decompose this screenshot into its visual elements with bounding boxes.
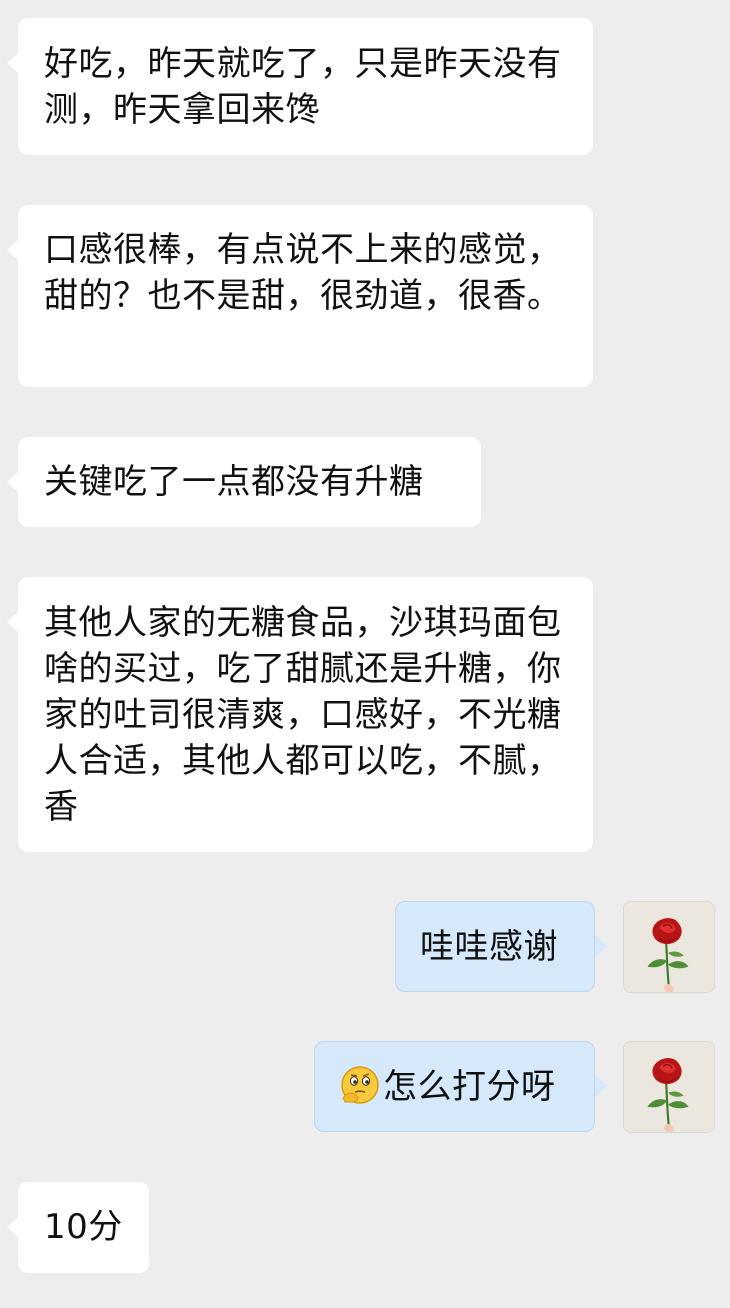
message-text: 好吃，昨天就吃了，只是昨天没有测，昨天拿回来馋	[44, 44, 562, 130]
thinking-face-emoji	[339, 1064, 381, 1106]
rose-avatar[interactable]	[623, 1041, 715, 1133]
message-bubble[interactable]: 好吃，昨天就吃了，只是昨天没有测，昨天拿回来馋	[18, 18, 593, 155]
bubble-tail	[595, 1075, 607, 1097]
message-bubble[interactable]: 关键吃了一点都没有升糖	[18, 437, 481, 527]
message-bubble[interactable]: 怎么打分呀	[314, 1041, 595, 1132]
rose-icon	[624, 1042, 714, 1132]
message-bubble[interactable]: 10分	[18, 1182, 149, 1273]
message-text: 10分	[44, 1207, 123, 1247]
message-text: 关键吃了一点都没有升糖	[44, 462, 424, 502]
rose-icon	[624, 902, 714, 992]
message-text: 口感很棒，有点说不上来的感觉，甜的？也不是甜，很劲道，很香。	[44, 230, 562, 316]
message-bubble[interactable]: 哇哇感谢	[395, 901, 595, 992]
message-text: 哇哇感谢	[420, 927, 558, 967]
message-text: 其他人家的无糖食品，沙琪玛面包啥的买过，吃了甜腻还是升糖，你家的吐司很清爽，口感…	[44, 603, 562, 827]
message-bubble[interactable]: 口感很棒，有点说不上来的感觉，甜的？也不是甜，很劲道，很香。	[18, 205, 593, 387]
rose-avatar[interactable]	[623, 901, 715, 993]
bubble-tail	[595, 935, 607, 957]
message-text: 怎么打分呀	[383, 1067, 556, 1107]
message-bubble[interactable]: 其他人家的无糖食品，沙琪玛面包啥的买过，吃了甜腻还是升糖，你家的吐司很清爽，口感…	[18, 577, 593, 852]
message-content: 怎么打分呀	[339, 1064, 594, 1110]
